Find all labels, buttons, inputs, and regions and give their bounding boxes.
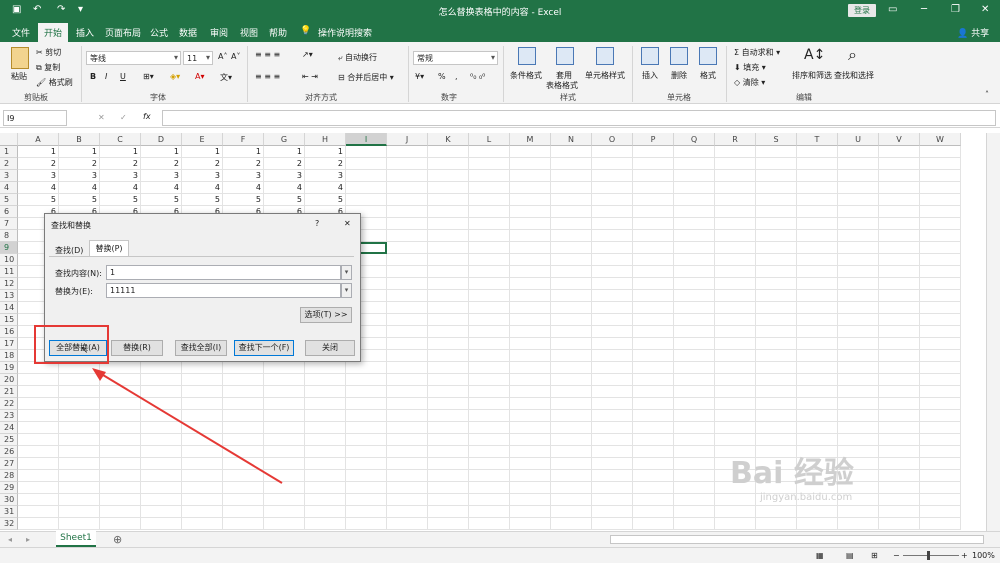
- arrow-shaft: [97, 371, 283, 484]
- arrow-head: [92, 368, 106, 381]
- annotation-arrow: [92, 368, 283, 484]
- mouse-cursor-icon: ↖: [80, 345, 89, 356]
